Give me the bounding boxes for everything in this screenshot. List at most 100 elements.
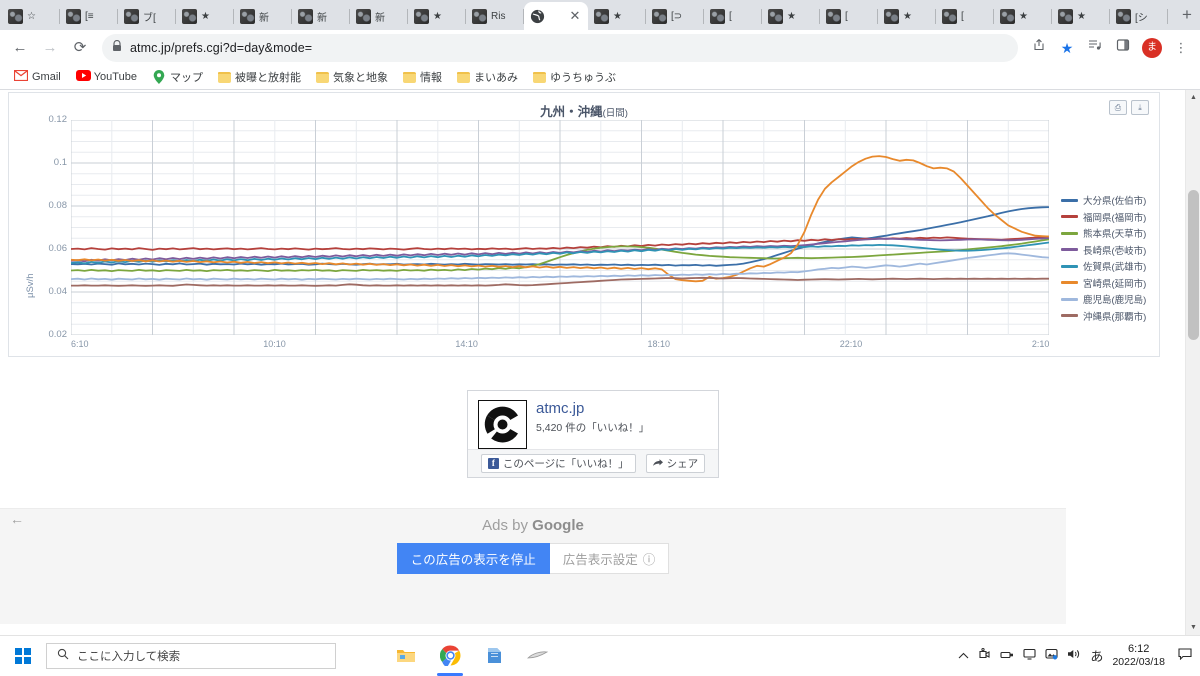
info-favicon xyxy=(124,9,139,24)
legend-item[interactable]: 長崎県(壱岐市) xyxy=(1061,243,1146,257)
taskbar-app-whiteboard[interactable] xyxy=(518,636,558,676)
browser-tab[interactable]: [≡ xyxy=(60,2,118,30)
bookmark-label: まいあみ xyxy=(474,69,518,85)
fb-like-button[interactable]: f このページに「いいね！」 xyxy=(481,454,636,473)
globe-icon xyxy=(530,9,545,24)
address-bar[interactable]: atmc.jp/prefs.cgi?d=day&mode= xyxy=(102,34,1018,62)
browser-tab[interactable]: ✕ xyxy=(524,2,588,30)
legend-item[interactable]: 宮崎県(延岡市) xyxy=(1061,276,1146,290)
browser-tab[interactable]: 新 xyxy=(234,2,292,30)
notifications-icon[interactable] xyxy=(1178,648,1192,663)
legend-item[interactable]: 熊本県(天草市) xyxy=(1061,226,1146,240)
site-favicon xyxy=(884,9,899,24)
show-hidden-icons-icon[interactable] xyxy=(958,649,969,663)
taskbar-app-notebook[interactable] xyxy=(474,636,514,676)
fb-like-count: 5,420 件の「いいね！」 xyxy=(536,420,649,435)
browser-tab[interactable]: 新 xyxy=(292,2,350,30)
browser-tab[interactable]: [シ xyxy=(1110,2,1168,30)
site-favicon xyxy=(652,9,667,24)
page-content: 九州・沖縄(日間) ⎙ ⤓ μSv/h 0.120.10.080.060.040… xyxy=(0,90,1185,635)
taskbar-app-file-explorer[interactable] xyxy=(386,636,426,676)
browser-tab[interactable]: ★ xyxy=(588,2,646,30)
browser-tab[interactable]: ★ xyxy=(1052,2,1110,30)
legend-item[interactable]: 大分県(佐伯市) xyxy=(1061,193,1146,207)
print-icon[interactable]: ⎙ xyxy=(1109,100,1127,115)
stop-showing-ad-button[interactable]: この広告の表示を停止 xyxy=(397,543,550,574)
ad-settings-label: 広告表示設定 xyxy=(563,549,638,568)
tab-close-icon[interactable]: ✕ xyxy=(568,9,582,23)
site-favicon xyxy=(942,9,957,24)
browser-tab[interactable]: ブ[ xyxy=(118,2,176,30)
bookmark-item[interactable]: 情報 xyxy=(397,67,448,87)
taskbar-clock[interactable]: 6:12 2022/03/18 xyxy=(1112,643,1165,669)
browser-tab[interactable]: Ris xyxy=(466,2,524,30)
start-button[interactable] xyxy=(0,636,46,676)
legend-color-swatch xyxy=(1061,314,1078,317)
browser-tab[interactable]: ★ xyxy=(994,2,1052,30)
taskbar-search-box[interactable]: ここに入力して検索 xyxy=(46,643,336,669)
browser-tab[interactable]: 新 xyxy=(350,2,408,30)
scroll-up-arrow-icon[interactable]: ▲ xyxy=(1186,90,1200,105)
site-favicon xyxy=(8,9,23,24)
browser-tab[interactable]: [ xyxy=(704,2,762,30)
back-button[interactable]: ← xyxy=(6,34,34,62)
bookmark-item[interactable]: マップ xyxy=(146,67,209,87)
usb-icon[interactable] xyxy=(1000,649,1014,663)
tab-strip: ☆[≡ブ[★新新新★Ris✕★[⊃[★[★[★★[シ + ⌄ — ❐ ✕ xyxy=(0,0,1200,30)
bookmark-item[interactable]: 被曝と放射能 xyxy=(212,67,307,87)
radiation-chart-card: 九州・沖縄(日間) ⎙ ⤓ μSv/h 0.120.10.080.060.040… xyxy=(8,92,1160,357)
bookmark-item[interactable]: 気象と地象 xyxy=(310,67,394,87)
bookmark-label: 被曝と放射能 xyxy=(235,69,301,85)
profile-avatar[interactable]: ま xyxy=(1142,38,1162,58)
new-tab-button[interactable]: + xyxy=(1174,2,1200,28)
tab-title: 新 xyxy=(317,9,344,24)
browser-tab[interactable]: [⊃ xyxy=(646,2,704,30)
ime-indicator-icon[interactable]: あ xyxy=(1090,646,1103,665)
url-text: atmc.jp/prefs.cgi?d=day&mode= xyxy=(130,41,312,55)
camera-icon[interactable] xyxy=(978,648,991,664)
photo-icon[interactable] xyxy=(1045,648,1058,663)
browser-tab[interactable]: [ xyxy=(936,2,994,30)
bookmark-star-icon[interactable]: ★ xyxy=(1054,35,1080,61)
volume-icon[interactable] xyxy=(1067,648,1081,663)
ads-by-prefix: Ads by xyxy=(482,517,532,534)
page-scrollbar[interactable]: ▲ ▼ xyxy=(1185,90,1200,635)
browser-tab[interactable]: ☆ xyxy=(2,2,60,30)
legend-item[interactable]: 沖縄県(那覇市) xyxy=(1061,309,1146,323)
chart-toolbar: ⎙ ⤓ xyxy=(1109,100,1149,115)
browser-tab[interactable]: ★ xyxy=(408,2,466,30)
bookmark-item[interactable]: ゆうちゅうぶ xyxy=(527,67,622,87)
browser-tab[interactable]: ★ xyxy=(762,2,820,30)
display-icon[interactable] xyxy=(1023,648,1036,663)
side-panel-icon[interactable] xyxy=(1110,35,1136,61)
reload-button[interactable]: ⟳ xyxy=(66,34,94,62)
forward-button[interactable]: → xyxy=(36,34,64,62)
tab-title: [ xyxy=(961,11,988,22)
scroll-down-arrow-icon[interactable]: ▼ xyxy=(1186,620,1200,635)
tab-title: ★ xyxy=(1077,11,1104,22)
legend-label: 佐賀県(武雄市) xyxy=(1083,259,1146,273)
ad-settings-button[interactable]: 広告表示設定 ⓘ xyxy=(550,543,670,574)
bookmark-item[interactable]: Gmail xyxy=(8,68,67,86)
taskbar-app-chrome[interactable] xyxy=(430,636,470,676)
legend-item[interactable]: 佐賀県(武雄市) xyxy=(1061,259,1146,273)
legend-item[interactable]: 鹿児島(鹿児島) xyxy=(1061,292,1146,306)
fb-share-button[interactable]: シェア xyxy=(646,454,706,473)
browser-tab[interactable]: [ xyxy=(820,2,878,30)
browser-tab[interactable]: ★ xyxy=(878,2,936,30)
legend-item[interactable]: 福岡県(福岡市) xyxy=(1061,210,1146,224)
share-icon[interactable] xyxy=(1026,35,1052,61)
browser-tab[interactable]: ★ xyxy=(176,2,234,30)
scrollbar-thumb[interactable] xyxy=(1188,190,1199,340)
fb-page-name[interactable]: atmc.jp xyxy=(536,400,649,418)
bookmark-item[interactable]: YouTube xyxy=(70,68,143,86)
google-brand: Google xyxy=(532,517,584,534)
chrome-menu-icon[interactable]: ⋮ xyxy=(1168,35,1194,61)
media-control-icon[interactable] xyxy=(1082,35,1108,61)
bookmark-item[interactable]: まいあみ xyxy=(451,67,524,87)
toolbar-icons: ★ ま ⋮ xyxy=(1026,35,1194,61)
tab-title: [≡ xyxy=(85,11,112,22)
download-icon[interactable]: ⤓ xyxy=(1131,100,1149,115)
x-tick-label: 14:10 xyxy=(455,339,478,349)
legend-label: 宮崎県(延岡市) xyxy=(1083,276,1146,290)
